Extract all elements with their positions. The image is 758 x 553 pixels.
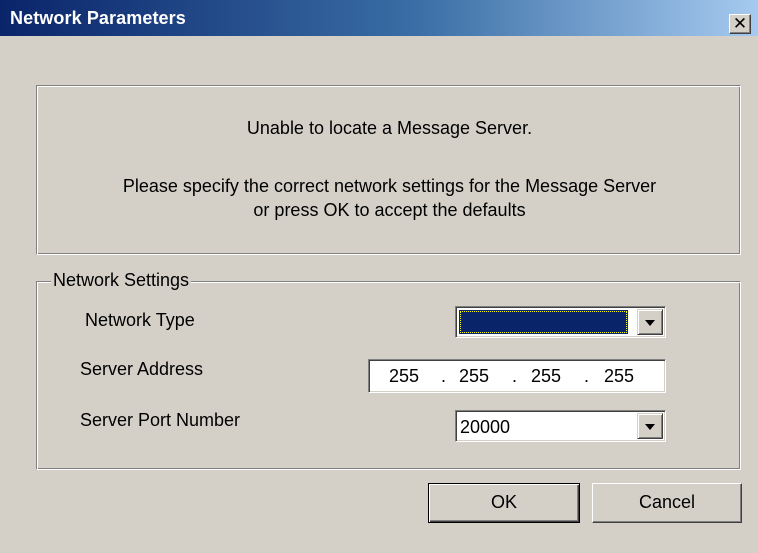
network-type-label: Network Type: [85, 310, 195, 330]
ok-button[interactable]: OK: [428, 483, 580, 523]
message-line-3: or press OK to accept the defaults: [253, 200, 526, 220]
ip-octet-4[interactable]: 255: [604, 366, 634, 387]
network-type-dropdown-button[interactable]: [637, 309, 663, 335]
ip-separator: .: [441, 366, 447, 386]
dialog-title: Network Parameters: [10, 8, 186, 28]
server-port-value[interactable]: 20000: [460, 417, 510, 438]
network-parameters-dialog: Network Parameters ✕ Unable to locate a …: [0, 0, 758, 553]
close-button[interactable]: ✕: [729, 14, 751, 34]
chevron-down-icon: [645, 424, 655, 430]
server-port-label: Server Port Number: [80, 410, 241, 430]
ip-octet-3[interactable]: 255: [531, 366, 561, 387]
message-line-2: Please specify the correct network setti…: [122, 176, 657, 196]
server-port-dropdown[interactable]: 20000: [455, 410, 666, 442]
chevron-down-icon: [645, 320, 655, 326]
server-port-dropdown-button[interactable]: [637, 413, 663, 439]
message-panel: Unable to locate a Message Server. Pleas…: [36, 85, 741, 255]
cancel-button[interactable]: Cancel: [592, 483, 742, 523]
server-address-label: Server Address: [80, 359, 204, 379]
message-line-1: Unable to locate a Message Server.: [246, 118, 533, 138]
network-type-dropdown[interactable]: [455, 306, 666, 338]
network-type-selected-value: [459, 310, 628, 334]
ip-separator: .: [584, 366, 590, 386]
close-icon: ✕: [732, 14, 748, 33]
title-bar[interactable]: Network Parameters ✕: [0, 0, 758, 36]
ip-octet-1[interactable]: 255: [389, 366, 419, 387]
network-settings-legend: Network Settings: [51, 270, 192, 291]
ip-octet-2[interactable]: 255: [459, 366, 489, 387]
ip-separator: .: [512, 366, 518, 386]
server-address-ip-input[interactable]: 255 . 255 . 255 . 255: [368, 359, 666, 393]
